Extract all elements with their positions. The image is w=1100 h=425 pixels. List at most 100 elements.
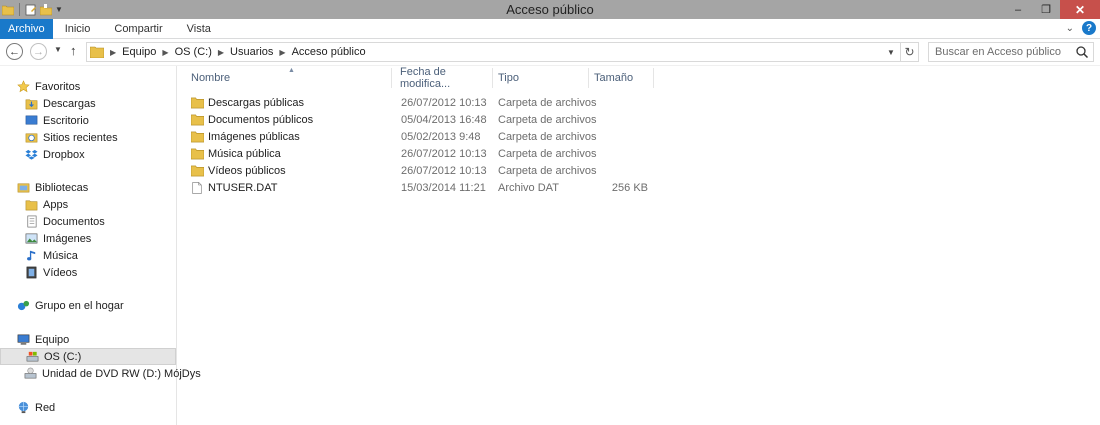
sidebar-item-dvd-drive[interactable]: Unidad de DVD RW (D:) MójDys	[0, 365, 201, 382]
search-icon[interactable]	[1075, 45, 1089, 59]
nav-group-label: Favoritos	[35, 80, 81, 93]
search-input[interactable]	[935, 44, 1075, 60]
sidebar-item-apps[interactable]: Apps	[0, 196, 176, 213]
column-header-size[interactable]: Tamaño	[589, 66, 654, 90]
tab-inicio[interactable]: Inicio	[53, 19, 103, 39]
file-date: 26/07/2012 10:13	[401, 147, 487, 160]
sidebar-item-label: Documentos	[43, 215, 105, 228]
arrow-left-icon: ←	[9, 45, 20, 58]
file-row[interactable]: Descargas públicas 26/07/2012 10:13 Carp…	[190, 94, 660, 111]
sidebar-item-label: Vídeos	[43, 266, 78, 279]
star-icon	[16, 80, 30, 94]
chevron-right-icon[interactable]: ▶	[218, 48, 224, 57]
help-button[interactable]: ?	[1082, 21, 1096, 35]
file-type: Carpeta de archivos	[498, 113, 597, 126]
file-name: NTUSER.DAT	[208, 181, 278, 194]
file-type: Archivo DAT	[498, 181, 559, 194]
breadcrumb-acceso-publico[interactable]: Acceso público	[292, 46, 366, 58]
dvd-drive-icon	[24, 367, 37, 381]
folder-icon	[190, 164, 204, 177]
breadcrumb-usuarios[interactable]: Usuarios	[230, 46, 273, 58]
sort-ascending-icon: ▲	[288, 67, 295, 74]
ribbon: Archivo Inicio Compartir Vista ⌄ ?	[0, 19, 1100, 39]
file-name: Descargas públicas	[208, 96, 304, 109]
up-button[interactable]: ↑	[70, 43, 77, 58]
drive-icon	[25, 350, 39, 364]
file-name: Música pública	[208, 147, 281, 160]
search-box[interactable]	[928, 42, 1094, 62]
sidebar-item-label: Imágenes	[43, 232, 92, 245]
desktop-icon	[24, 114, 38, 128]
back-button[interactable]: ←	[6, 43, 23, 60]
window-title: Acceso público	[506, 2, 594, 17]
tab-vista[interactable]: Vista	[175, 19, 223, 39]
file-row[interactable]: Vídeos públicos 26/07/2012 10:13 Carpeta…	[190, 162, 660, 179]
music-note-icon	[24, 249, 38, 263]
sidebar-item-descargas[interactable]: Descargas	[0, 95, 176, 112]
nav-group-red[interactable]: Red	[0, 399, 176, 416]
chevron-right-icon[interactable]: ▶	[279, 48, 285, 57]
folder-icon	[190, 96, 204, 109]
refresh-button[interactable]: ↻	[900, 43, 918, 61]
nav-group-label: Grupo en el hogar	[35, 299, 124, 312]
sidebar-item-dropbox[interactable]: Dropbox	[0, 146, 176, 163]
address-bar[interactable]: ▶ Equipo ▶ OS (C:) ▶ Usuarios ▶ Acceso p…	[86, 42, 919, 62]
file-date: 26/07/2012 10:13	[401, 164, 487, 177]
breadcrumb-os-c[interactable]: OS (C:)	[175, 46, 212, 58]
file-date: 05/02/2013 9:48	[401, 130, 481, 143]
file-type: Carpeta de archivos	[498, 147, 597, 160]
sidebar-item-label: Unidad de DVD RW (D:) MójDys	[42, 367, 201, 380]
chevron-right-icon[interactable]: ▶	[110, 48, 116, 57]
sidebar-item-documentos[interactable]: Documentos	[0, 213, 176, 230]
video-icon	[24, 266, 38, 280]
recent-places-icon	[24, 131, 38, 145]
nav-group-label: Red	[35, 401, 56, 414]
breadcrumb-equipo[interactable]: Equipo	[122, 46, 156, 58]
recent-locations-chevron-icon[interactable]: ▼	[54, 45, 62, 54]
column-header-type[interactable]: Tipo	[493, 66, 589, 90]
folder-icon	[90, 46, 104, 58]
nav-group-bibliotecas[interactable]: Bibliotecas	[0, 179, 176, 196]
folder-icon	[190, 113, 204, 126]
restore-button[interactable]: ❐	[1032, 0, 1060, 19]
sidebar-item-videos[interactable]: Vídeos	[0, 264, 176, 281]
file-row[interactable]: Música pública 26/07/2012 10:13 Carpeta …	[190, 145, 660, 162]
tab-archivo[interactable]: Archivo	[0, 19, 53, 39]
close-button[interactable]: ✕	[1060, 0, 1100, 19]
column-header-name[interactable]: ▲ Nombre	[180, 66, 392, 90]
minimize-button[interactable]: –	[1004, 0, 1032, 19]
sidebar-item-label: Escritorio	[43, 114, 89, 127]
nav-group-equipo[interactable]: Equipo	[0, 331, 176, 348]
chevron-right-icon[interactable]: ▶	[162, 48, 168, 57]
file-date: 05/04/2013 16:48	[401, 113, 487, 126]
file-list: ▲ Nombre Fecha de modifica... Tipo Tamañ…	[180, 66, 1100, 425]
breadcrumb: ▶ Equipo ▶ OS (C:) ▶ Usuarios ▶ Acceso p…	[104, 46, 366, 58]
sidebar-item-label: Sitios recientes	[43, 131, 118, 144]
sidebar-item-sitios-recientes[interactable]: Sitios recientes	[0, 129, 176, 146]
file-type: Carpeta de archivos	[498, 130, 597, 143]
column-header-date[interactable]: Fecha de modifica...	[392, 66, 493, 90]
nav-group-favoritos[interactable]: Favoritos	[0, 78, 176, 95]
sidebar-item-label: Dropbox	[43, 148, 85, 161]
nav-group-grupo-hogar[interactable]: Grupo en el hogar	[0, 297, 176, 314]
sidebar-item-os-c[interactable]: OS (C:)	[0, 348, 176, 365]
file-row[interactable]: Documentos públicos 05/04/2013 16:48 Car…	[190, 111, 660, 128]
arrow-right-icon: →	[33, 45, 44, 58]
sidebar-item-escritorio[interactable]: Escritorio	[0, 112, 176, 129]
expand-ribbon-chevron-icon[interactable]: ⌄	[1066, 23, 1074, 34]
file-row[interactable]: Imágenes públicas 05/02/2013 9:48 Carpet…	[190, 128, 660, 145]
libraries-icon	[16, 181, 30, 195]
sidebar-item-imagenes[interactable]: Imágenes	[0, 230, 176, 247]
file-row[interactable]: NTUSER.DAT 15/03/2014 11:21 Archivo DAT …	[190, 179, 660, 196]
file-name: Vídeos públicos	[208, 164, 286, 177]
tab-compartir[interactable]: Compartir	[102, 19, 174, 39]
address-row: ← → ▼ ↑ ▶ Equipo ▶ OS (C:) ▶ Usuarios ▶ …	[0, 40, 1100, 64]
sidebar-item-label: Descargas	[43, 97, 96, 110]
pictures-icon	[24, 232, 38, 246]
forward-button[interactable]: →	[30, 43, 47, 60]
sidebar-item-label: OS (C:)	[44, 350, 82, 363]
address-history-chevron-icon[interactable]: ▼	[882, 48, 900, 57]
computer-icon	[16, 333, 30, 347]
file-name: Imágenes públicas	[208, 130, 300, 143]
sidebar-item-musica[interactable]: Música	[0, 247, 176, 264]
